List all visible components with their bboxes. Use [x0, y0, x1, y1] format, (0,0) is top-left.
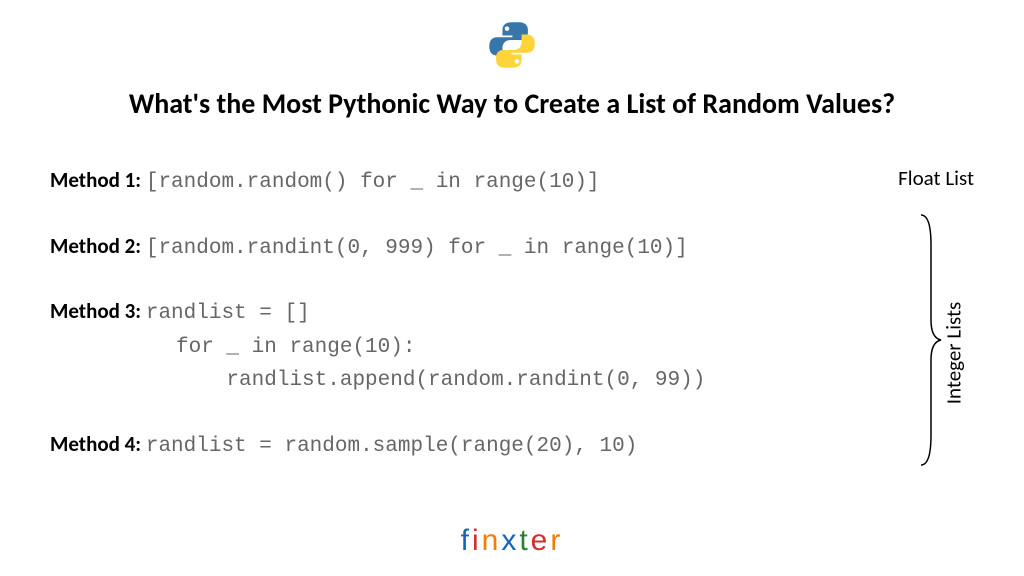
brand-letter: e [531, 524, 551, 558]
method-row: Method 1: [random.random() for _ in rang… [50, 165, 830, 199]
method-code: [random.random() for _ in range(10)] [146, 171, 600, 194]
brand-letter: r [550, 524, 563, 558]
method-code: randlist = random.sample(range(20), 10) [146, 435, 637, 458]
methods-list: Method 1: [random.random() for _ in rang… [50, 165, 830, 494]
brand-letter: i [472, 524, 482, 558]
method-label: Method 3 [50, 298, 135, 324]
method-label: Method 1 [50, 167, 135, 193]
method-row: Method 4: randlist = random.sample(range… [50, 429, 830, 463]
method-label: Method 2 [50, 233, 135, 259]
brand-letter: t [519, 524, 530, 558]
method-row: Method 3: randlist = [] for _ in range(1… [50, 296, 830, 397]
brand-letter: x [501, 524, 519, 558]
brand-letter: n [482, 524, 502, 558]
integer-lists-annotation: Integer Lists [940, 302, 966, 405]
brand-letter: f [461, 524, 472, 558]
float-list-annotation: Float List [898, 165, 974, 191]
method-row: Method 2: [random.randint(0, 999) for _ … [50, 231, 830, 265]
method-code: randlist = [] for _ in range(10): randli… [50, 302, 705, 392]
method-code: [random.randint(0, 999) for _ in range(1… [146, 237, 688, 260]
python-logo-icon [487, 20, 537, 75]
method-label: Method 4 [50, 431, 135, 457]
page-title: What's the Most Pythonic Way to Create a… [0, 86, 1024, 121]
finxter-brand-logo: finxter [461, 524, 564, 558]
